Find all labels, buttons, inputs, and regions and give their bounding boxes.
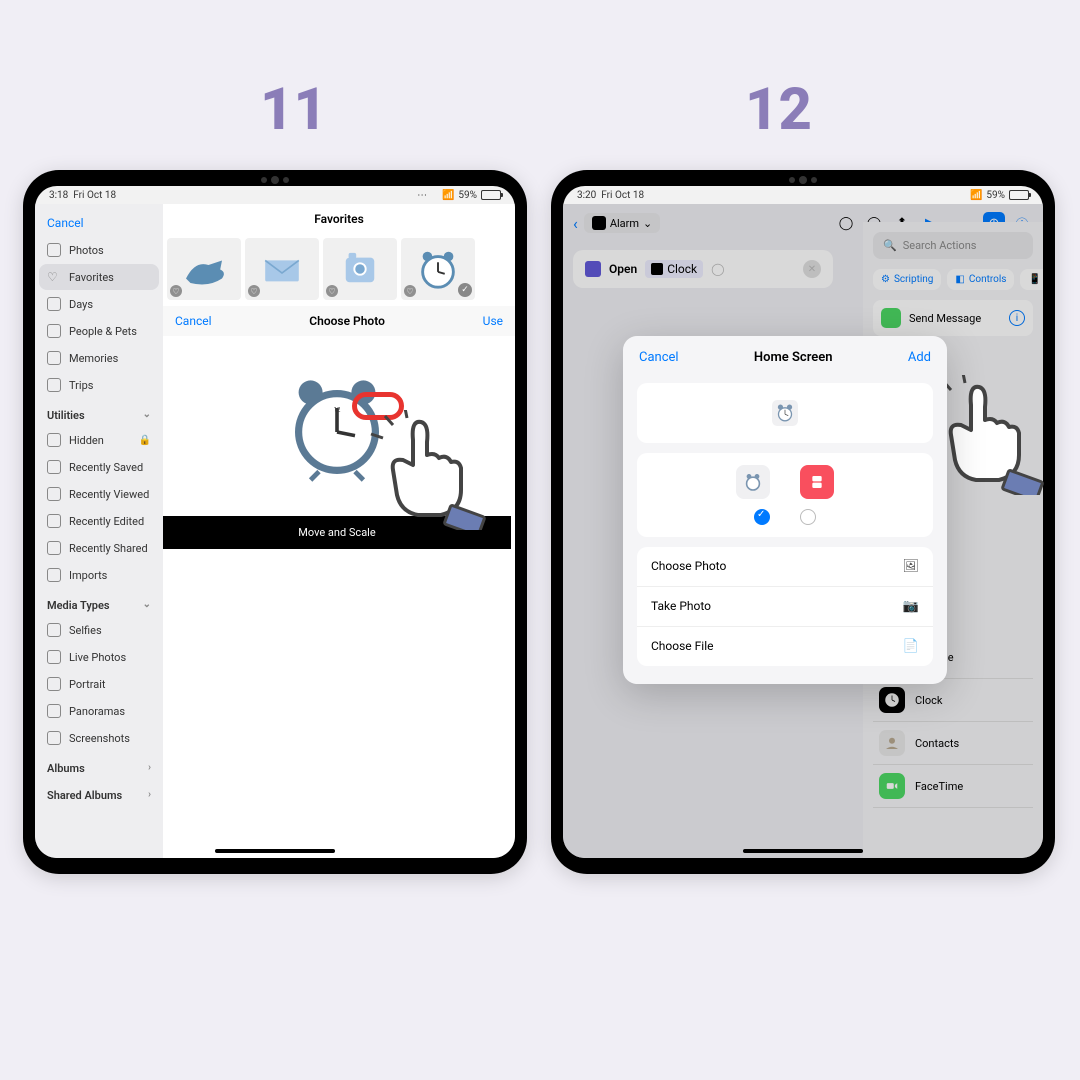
custom-icon-option[interactable]: [736, 465, 770, 499]
file-icon: 📄: [903, 639, 919, 654]
camera-notch: [789, 176, 817, 184]
shortcut-name-chip[interactable]: Alarm ⌄: [584, 213, 660, 233]
scripting-chip[interactable]: ⚙ Scripting: [873, 269, 941, 290]
sidebar-item-days[interactable]: Days: [39, 291, 159, 317]
photo-thumbnail[interactable]: ♡✓: [401, 238, 475, 300]
app-contacts[interactable]: Contacts: [873, 722, 1033, 765]
pointing-hand-icon: [363, 410, 493, 534]
choose-cancel-button[interactable]: Cancel: [175, 314, 212, 328]
status-bar: 3:20 Fri Oct 18 📶 59%: [563, 186, 1043, 204]
sidebar-item-selfies[interactable]: Selfies: [39, 617, 159, 643]
photos-sidebar: Cancel Photos ♡Favorites Days People & P…: [35, 204, 163, 858]
sidebar-item-imports[interactable]: Imports: [39, 562, 159, 588]
photos-title: Favorites: [163, 204, 515, 234]
icon-radio-selected[interactable]: [754, 509, 770, 525]
take-photo-option[interactable]: Take Photo📷: [637, 587, 933, 627]
sidebar-item-panoramas[interactable]: Panoramas: [39, 698, 159, 724]
app-clock[interactable]: Clock: [873, 679, 1033, 722]
sidebar-item-trips[interactable]: Trips: [39, 372, 159, 398]
cancel-button[interactable]: Cancel: [39, 210, 159, 236]
photo-icon: 🖼: [902, 559, 919, 574]
photo-thumbnail[interactable]: ♡: [323, 238, 397, 300]
sidebar-item-recently-edited[interactable]: Recently Edited: [39, 508, 159, 534]
sidebar-item-memories[interactable]: Memories: [39, 345, 159, 371]
choose-file-option[interactable]: Choose File📄: [637, 627, 933, 666]
open-app-action[interactable]: Open Clock ◯ ✕: [573, 250, 833, 288]
step-number-12: 12: [745, 76, 812, 144]
icon-radio-unselected[interactable]: [800, 509, 816, 525]
sidebar-item-recently-saved[interactable]: Recently Saved: [39, 454, 159, 480]
icon-preview: [637, 383, 933, 443]
send-message-action[interactable]: Send Messagei: [873, 300, 1033, 336]
photo-thumbnail[interactable]: ♡: [245, 238, 319, 300]
sheet-add-button[interactable]: Add: [908, 350, 931, 365]
sidebar-item-photos[interactable]: Photos: [39, 237, 159, 263]
search-icon: 🔍: [883, 239, 897, 252]
sidebar-item-portrait[interactable]: Portrait: [39, 671, 159, 697]
controls-chip[interactable]: ◧ Controls: [947, 269, 1014, 290]
default-icon-option[interactable]: [800, 465, 834, 499]
sidebar-section-utilities[interactable]: Utilities⌄: [39, 399, 159, 426]
undo-icon[interactable]: ◯: [835, 212, 857, 234]
app-facetime[interactable]: FaceTime: [873, 765, 1033, 808]
sidebar-item-live-photos[interactable]: Live Photos: [39, 644, 159, 670]
choose-photo-title: Choose Photo: [212, 314, 483, 328]
home-screen-sheet: Cancel Home Screen Add Choose Photo🖼: [623, 336, 947, 684]
sidebar-item-recently-viewed[interactable]: Recently Viewed: [39, 481, 159, 507]
step-number-11: 11: [260, 76, 327, 144]
icon-selector: [637, 453, 933, 537]
ipad-right: 3:20 Fri Oct 18 📶 59% ‹ Alarm ⌄ ◯ ◯ ⬆ ▶ …: [551, 170, 1055, 874]
camera-notch: [261, 176, 289, 184]
use-button[interactable]: Use: [483, 314, 503, 328]
device-chip[interactable]: 📱 De: [1020, 269, 1043, 290]
search-actions-input[interactable]: 🔍Search Actions: [873, 232, 1033, 259]
sheet-title: Home Screen: [754, 350, 833, 365]
photo-thumbnail[interactable]: ♡: [167, 238, 241, 300]
choose-photo-option[interactable]: Choose Photo🖼: [637, 547, 933, 587]
svg-text:12: 12: [334, 407, 341, 414]
ipad-left: 3:18 Fri Oct 18 ⋯ 📶 59% Cancel Photos ♡F…: [23, 170, 527, 874]
home-indicator: [215, 849, 335, 853]
sidebar-section-media[interactable]: Media Types⌄: [39, 589, 159, 616]
home-indicator: [743, 849, 863, 853]
sheet-cancel-button[interactable]: Cancel: [639, 350, 679, 365]
sidebar-item-favorites[interactable]: ♡Favorites: [39, 264, 159, 290]
sidebar-section-shared-albums[interactable]: Shared Albums›: [39, 779, 159, 806]
clear-icon[interactable]: ✕: [803, 260, 821, 278]
sidebar-section-albums[interactable]: Albums›: [39, 752, 159, 779]
camera-icon: 📷: [903, 599, 919, 614]
back-button[interactable]: ‹: [573, 214, 578, 233]
sidebar-item-screenshots[interactable]: Screenshots: [39, 725, 159, 751]
sidebar-item-people[interactable]: People & Pets: [39, 318, 159, 344]
status-bar: 3:18 Fri Oct 18 ⋯ 📶 59%: [35, 186, 515, 204]
sidebar-item-recently-shared[interactable]: Recently Shared: [39, 535, 159, 561]
sidebar-item-hidden[interactable]: Hidden🔒: [39, 427, 159, 453]
